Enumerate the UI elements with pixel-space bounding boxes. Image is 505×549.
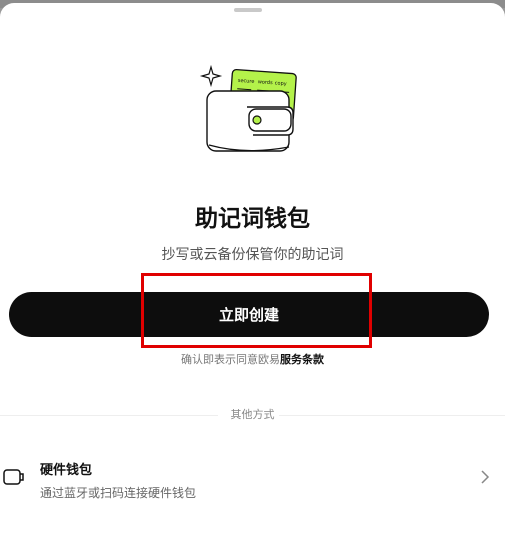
wallet-title: 助记词钱包	[195, 206, 310, 232]
hardware-wallet-subtitle: 通过蓝牙或扫码连接硬件钱包	[40, 486, 197, 500]
hardware-wallet-option[interactable]: 硬件钱包 通过蓝牙或扫码连接硬件钱包	[0, 448, 505, 508]
create-now-button[interactable]: 立即创建	[9, 292, 489, 337]
other-methods-divider: 其他方式	[0, 407, 505, 423]
drag-handle[interactable]	[234, 8, 262, 12]
divider-line-right	[279, 415, 505, 416]
terms-notice: 确认即表示同意欧易服务条款	[0, 351, 505, 367]
svg-text:secure: secure	[238, 78, 255, 85]
terms-prefix: 确认即表示同意欧易	[181, 353, 280, 366]
create-now-label: 立即创建	[218, 306, 279, 324]
wallet-illustration: secure words copy	[195, 63, 305, 163]
wallet-subtitle: 抄写或云备份保管你的助记词	[161, 247, 344, 263]
bottom-sheet: secure words copy 助记词钱包 抄写或云备份保管你的助记词 立即…	[0, 3, 505, 549]
chevron-right-icon	[481, 470, 490, 484]
hardware-wallet-icon	[3, 469, 24, 485]
sparkle-icon	[199, 64, 223, 88]
svg-text:words: words	[258, 79, 274, 86]
terms-of-service-link[interactable]: 服务条款	[280, 353, 324, 366]
svg-text:copy: copy	[275, 80, 287, 87]
hardware-wallet-title: 硬件钱包	[40, 463, 93, 478]
